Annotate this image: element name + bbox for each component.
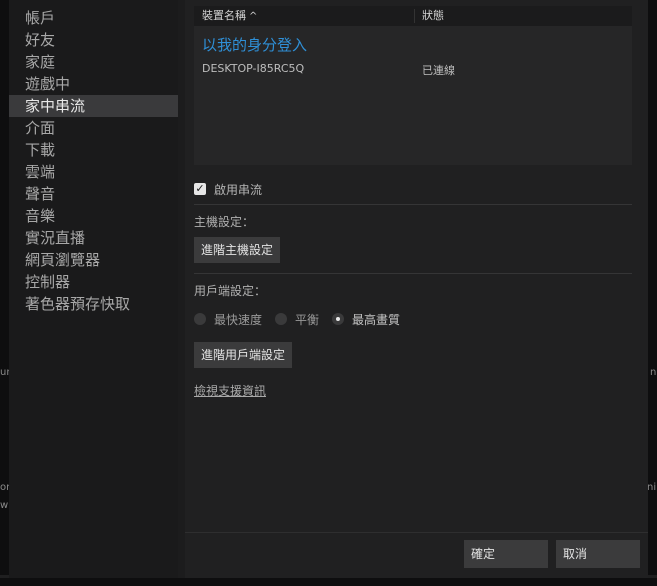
client-settings-label: 用戶端設定：: [194, 284, 267, 298]
sidebar-item-cloud[interactable]: 雲端: [9, 161, 178, 183]
column-header-status[interactable]: 狀態: [422, 6, 444, 26]
divider: [194, 204, 632, 205]
radio-selected-icon: [332, 313, 345, 325]
background-text-fragment: nil: [647, 482, 657, 493]
device-table-header: 裝置名稱 ^ 狀態: [194, 6, 632, 26]
view-support-info-link[interactable]: 檢視支援資訊: [194, 382, 266, 399]
sidebar-item-in-game[interactable]: 遊戲中: [9, 73, 178, 95]
enable-streaming-label: 啟用串流: [214, 182, 263, 197]
login-as-me-link[interactable]: 以我的身分登入: [202, 34, 307, 55]
settings-sidebar: 帳戶 好友 家庭 遊戲中 家中串流 介面 下載 雲端 聲音 音樂 實況直播 網頁…: [9, 0, 178, 578]
background-text-fragment: w: [0, 500, 9, 511]
client-quality-radio-group: 最快速度 平衡 最高畫質: [194, 311, 413, 327]
device-table: 裝置名稱 ^ 狀態 以我的身分登入 DESKTOP-I85RC5Q 已連線: [194, 6, 632, 165]
column-header-device-name-label: 裝置名稱: [202, 9, 246, 22]
settings-nav-list: 帳戶 好友 家庭 遊戲中 家中串流 介面 下載 雲端 聲音 音樂 實況直播 網頁…: [9, 7, 178, 315]
radio-best-quality[interactable]: 最高畫質: [332, 311, 400, 328]
sidebar-item-shader-cache[interactable]: 著色器預存快取: [9, 293, 178, 315]
settings-dialog: 帳戶 好友 家庭 遊戲中 家中串流 介面 下載 雲端 聲音 音樂 實況直播 網頁…: [9, 0, 648, 578]
sidebar-item-controller[interactable]: 控制器: [9, 271, 178, 293]
sort-ascending-icon: ^: [249, 11, 258, 22]
radio-fastest-label: 最快速度: [214, 312, 263, 327]
radio-circle-icon: [275, 313, 288, 325]
footer-divider: [185, 532, 648, 533]
sidebar-item-downloads[interactable]: 下載: [9, 139, 178, 161]
sidebar-item-family[interactable]: 家庭: [9, 51, 178, 73]
checkmark-icon: ✓: [194, 182, 206, 195]
divider: [194, 273, 632, 274]
advanced-client-settings-button[interactable]: 進階用戶端設定: [194, 342, 293, 368]
sidebar-item-friends[interactable]: 好友: [9, 29, 178, 51]
radio-fastest[interactable]: 最快速度: [194, 311, 262, 328]
sidebar-item-broadcasting[interactable]: 實況直播: [9, 227, 178, 249]
enable-streaming-checkbox[interactable]: ✓ 啟用串流: [194, 181, 262, 197]
cancel-button[interactable]: 取消: [556, 540, 640, 568]
radio-balanced[interactable]: 平衡: [275, 311, 319, 328]
ok-button[interactable]: 確定: [464, 540, 548, 568]
sidebar-item-remote-play[interactable]: 家中串流: [9, 95, 178, 117]
sidebar-item-account[interactable]: 帳戶: [9, 7, 178, 29]
sidebar-item-web-browser[interactable]: 網頁瀏覽器: [9, 249, 178, 271]
radio-balanced-label: 平衡: [295, 312, 320, 327]
remote-play-panel: 裝置名稱 ^ 狀態 以我的身分登入 DESKTOP-I85RC5Q 已連線 ✓ 啟…: [185, 0, 648, 578]
column-header-device-name[interactable]: 裝置名稱 ^: [202, 6, 257, 27]
host-settings-label: 主機設定：: [194, 215, 255, 229]
background-text-fragment: n: [650, 367, 657, 378]
radio-circle-icon: [194, 313, 206, 325]
sidebar-item-voice[interactable]: 聲音: [9, 183, 178, 205]
advanced-host-settings-button[interactable]: 進階主機設定: [194, 237, 281, 263]
radio-best-quality-label: 最高畫質: [352, 312, 401, 327]
sidebar-item-interface[interactable]: 介面: [9, 117, 178, 139]
device-row-status: 已連線: [422, 64, 455, 77]
column-divider: [414, 9, 415, 23]
sidebar-item-music[interactable]: 音樂: [9, 205, 178, 227]
device-row-name[interactable]: DESKTOP-I85RC5Q: [202, 62, 304, 75]
